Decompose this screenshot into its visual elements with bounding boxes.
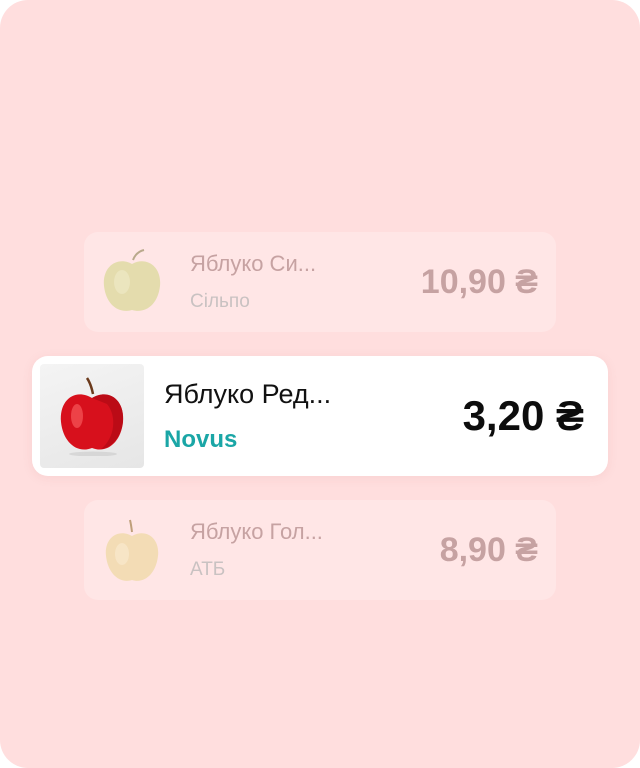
offer-card-atb[interactable]: Яблуко Гол... АТБ 8,90 ₴ [84,500,556,600]
store-name: Novus [164,425,238,453]
product-name: Яблуко Гол... [190,519,323,544]
offer-card-novus[interactable]: Яблуко Ред... Novus 3,20 ₴ [32,356,608,476]
store-name: АТБ [190,559,226,580]
golden-apple-icon [100,514,164,586]
product-price: 8,90 ₴ [439,530,538,569]
yellow-apple-icon [100,246,164,318]
product-name: Яблуко Си... [190,251,317,276]
offer-card-silpo[interactable]: Яблуко Си... Сільпо 10,90 ₴ [84,232,556,332]
red-apple-icon [40,364,144,468]
price-comparison-panel: Яблуко Си... Сільпо 10,90 ₴ Яблуко Ред..… [0,0,640,768]
product-name: Яблуко Ред... [164,378,332,409]
product-price: 3,20 ₴ [462,392,584,439]
product-price: 10,90 ₴ [420,262,538,301]
store-name: Сільпо [190,291,250,312]
